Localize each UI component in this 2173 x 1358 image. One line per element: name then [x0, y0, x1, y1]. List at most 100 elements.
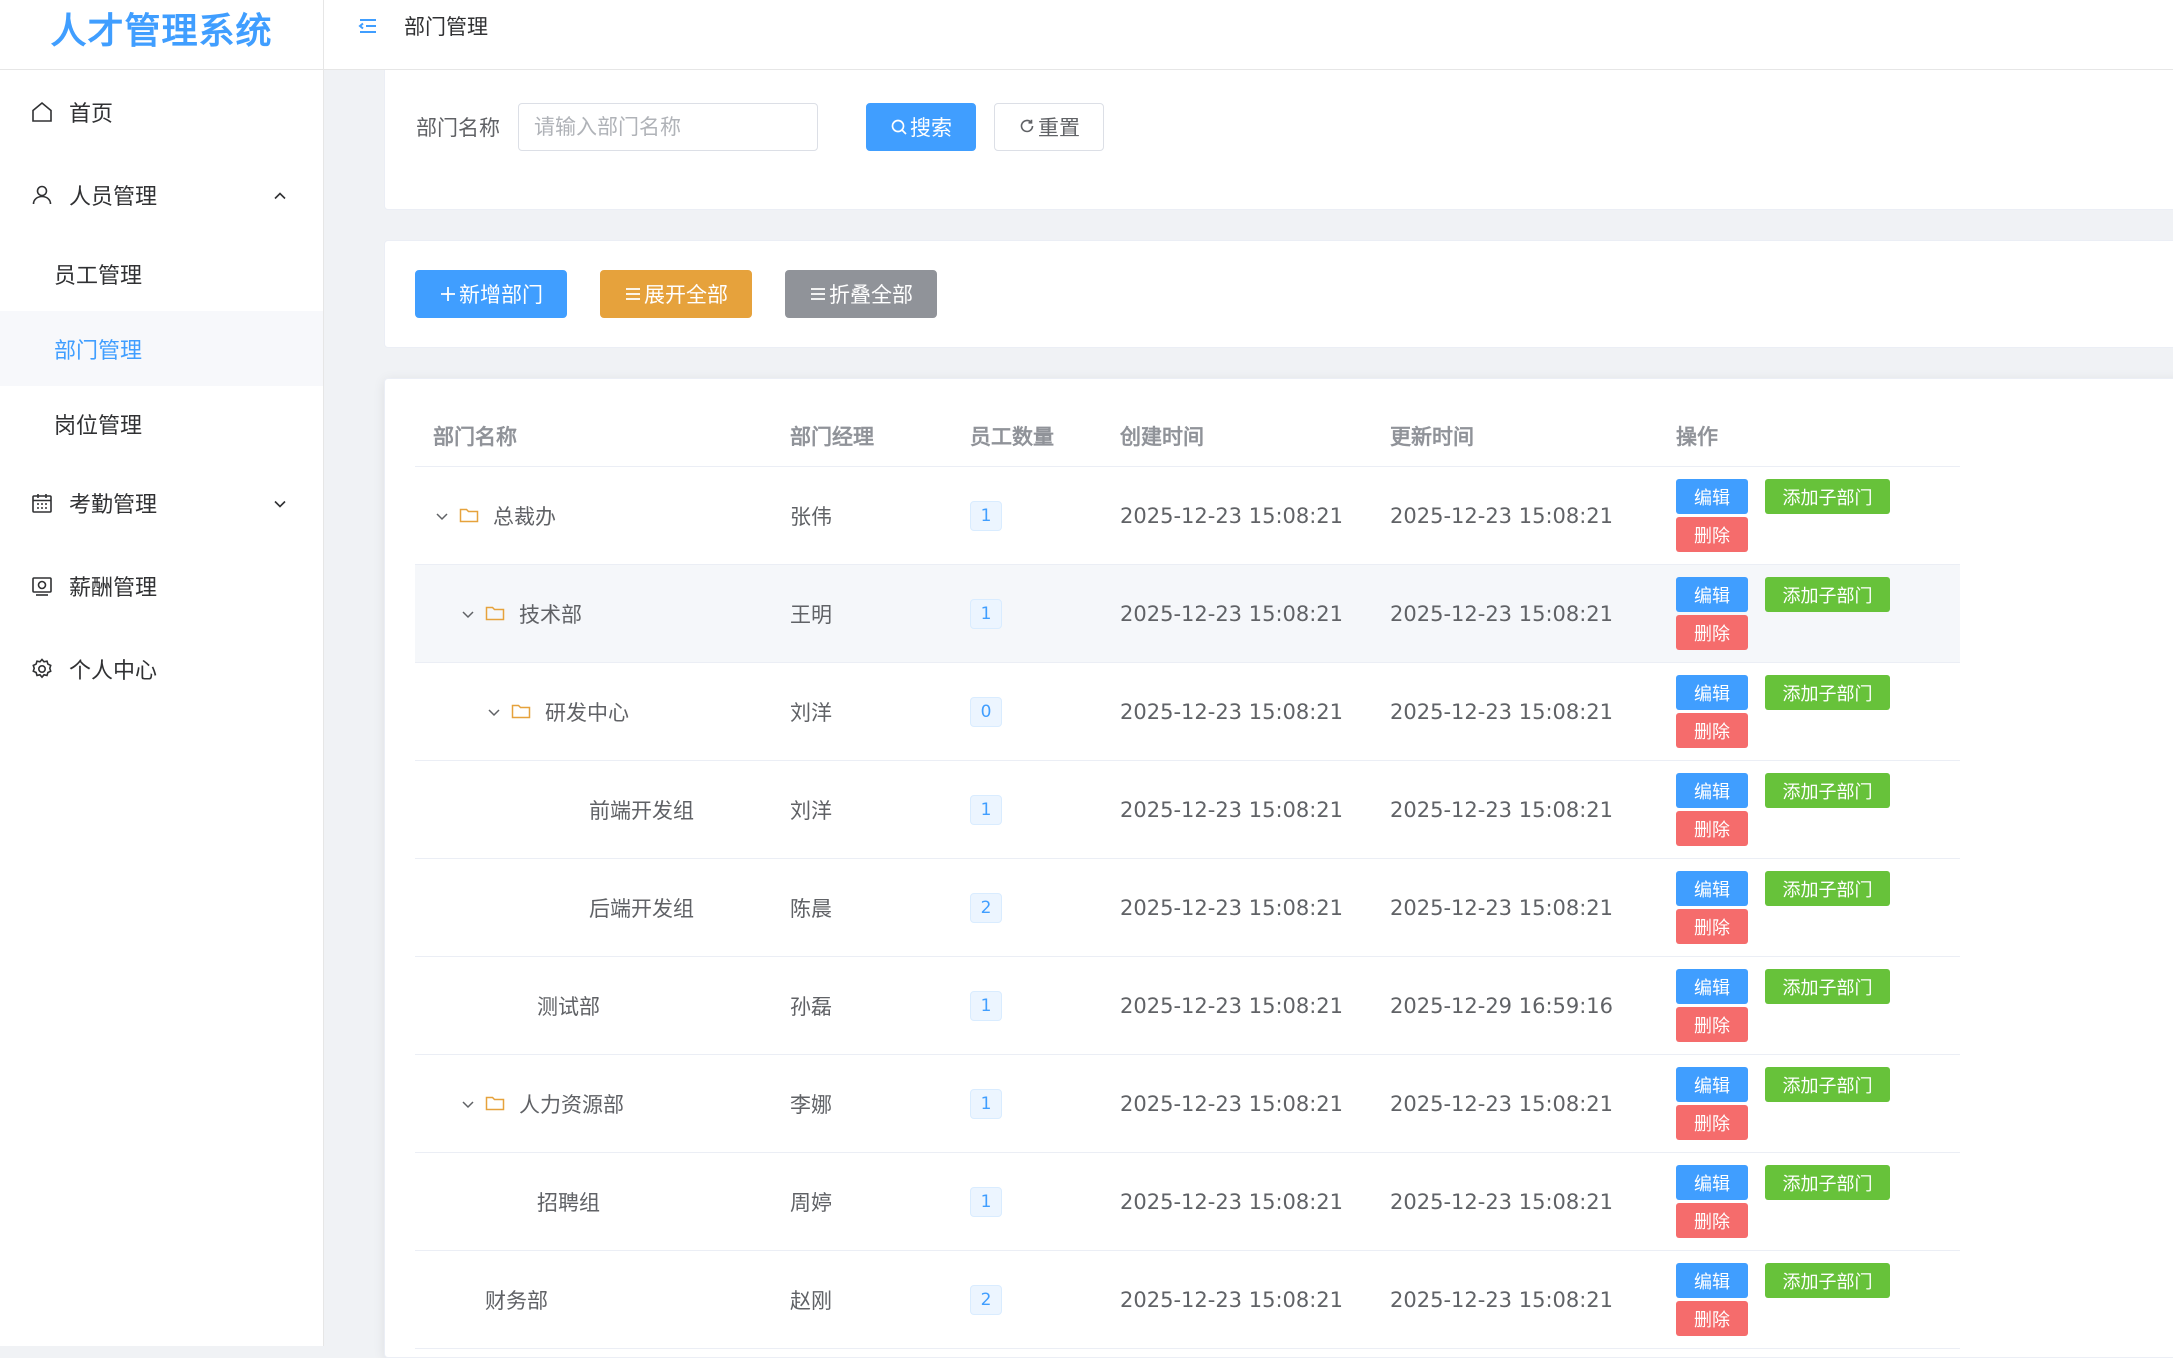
delete-button[interactable]: 删除	[1676, 517, 1748, 552]
table-header: 部门名称 部门经理 员工数量 创建时间 更新时间 操作	[415, 405, 1960, 467]
table-row: 财务部 赵刚 2 2025-12-23 15:08:21 2025-12-23 …	[415, 1251, 1960, 1349]
cell-created: 2025-12-23 15:08:21	[1120, 503, 1344, 528]
menu-icon	[809, 285, 827, 303]
department-name: 技术部	[519, 602, 582, 627]
tree-toggle-icon[interactable]	[459, 1095, 477, 1113]
cell-manager: 刘洋	[790, 700, 832, 725]
delete-button[interactable]: 删除	[1676, 1105, 1748, 1140]
cell-created: 2025-12-23 15:08:21	[1120, 1091, 1344, 1116]
cell-created: 2025-12-23 15:08:21	[1120, 993, 1344, 1018]
employee-count-badge: 1	[970, 1088, 1002, 1119]
edit-button[interactable]: 编辑	[1676, 577, 1748, 612]
delete-button[interactable]: 删除	[1676, 1203, 1748, 1238]
cell-count: 1	[970, 500, 1120, 531]
cell-created: 2025-12-23 15:08:21	[1120, 699, 1344, 724]
delete-button[interactable]: 删除	[1676, 1301, 1748, 1336]
tree-toggle-icon[interactable]	[433, 507, 451, 525]
cell-manager: 王明	[790, 602, 832, 627]
edit-button[interactable]: 编辑	[1676, 871, 1748, 906]
refresh-icon	[1018, 118, 1036, 136]
add-department-button[interactable]: 新增部门	[415, 270, 567, 318]
folder-icon	[485, 604, 507, 624]
cell-updated: 2025-12-23 15:08:21	[1390, 1287, 1614, 1312]
cell-created: 2025-12-23 15:08:21	[1120, 797, 1344, 822]
sidebar-item-personnel[interactable]: 人员管理	[0, 153, 323, 236]
add-child-button[interactable]: 添加子部门	[1765, 1165, 1890, 1200]
employee-count-badge: 1	[970, 794, 1002, 825]
header-name: 部门名称	[433, 424, 517, 449]
cell-created: 2025-12-23 15:08:21	[1120, 1287, 1344, 1312]
delete-button[interactable]: 删除	[1676, 615, 1748, 650]
sidebar-item-home[interactable]: 首页	[0, 70, 323, 153]
edit-button[interactable]: 编辑	[1676, 1067, 1748, 1102]
edit-button[interactable]: 编辑	[1676, 1165, 1748, 1200]
department-name: 研发中心	[545, 700, 629, 725]
employee-count-badge: 2	[970, 892, 1002, 923]
add-child-button[interactable]: 添加子部门	[1765, 871, 1890, 906]
table-row: 前端开发组 刘洋 1 2025-12-23 15:08:21 2025-12-2…	[415, 761, 1960, 859]
tree-toggle-icon[interactable]	[485, 703, 503, 721]
cell-count: 1	[970, 598, 1120, 629]
delete-button[interactable]: 删除	[1676, 713, 1748, 748]
table-row: 后端开发组 陈晨 2 2025-12-23 15:08:21 2025-12-2…	[415, 859, 1960, 957]
sidebar-item-salary[interactable]: 薪酬管理	[0, 544, 323, 627]
add-child-button[interactable]: 添加子部门	[1765, 1067, 1890, 1102]
cell-count: 1	[970, 1088, 1120, 1119]
cell-actions: 编辑 添加子部门 删除	[1660, 1067, 1960, 1140]
chevron-down-icon	[271, 494, 289, 512]
cell-updated: 2025-12-23 15:08:21	[1390, 797, 1614, 822]
sidebar-item-label: 人员管理	[69, 184, 158, 210]
user-icon	[29, 182, 55, 208]
search-button-label: 搜索	[910, 116, 952, 140]
search-button[interactable]: 搜索	[866, 103, 976, 151]
sidebar-item-label: 个人中心	[69, 658, 158, 684]
delete-button[interactable]: 删除	[1676, 909, 1748, 944]
cell-count: 1	[970, 794, 1120, 825]
cell-manager: 刘洋	[790, 798, 832, 823]
cell-manager: 张伟	[790, 504, 832, 529]
table-row: 研发中心 刘洋 0 2025-12-23 15:08:21 2025-12-23…	[415, 663, 1960, 761]
department-name-input[interactable]	[518, 103, 818, 151]
employee-count-badge: 1	[970, 500, 1002, 531]
add-child-button[interactable]: 添加子部门	[1765, 1263, 1890, 1298]
plus-icon	[439, 285, 457, 303]
fold-icon[interactable]	[356, 13, 382, 39]
cell-updated: 2025-12-23 15:08:21	[1390, 503, 1614, 528]
edit-button[interactable]: 编辑	[1676, 969, 1748, 1004]
cell-manager: 周婷	[790, 1190, 832, 1215]
edit-button[interactable]: 编辑	[1676, 1263, 1748, 1298]
expand-all-button[interactable]: 展开全部	[600, 270, 752, 318]
home-icon	[29, 99, 55, 125]
sidebar-item-position[interactable]: 岗位管理	[0, 386, 323, 461]
sidebar-item-attendance[interactable]: 考勤管理	[0, 461, 323, 544]
add-department-label: 新增部门	[459, 283, 543, 307]
add-child-button[interactable]: 添加子部门	[1765, 773, 1890, 808]
add-child-button[interactable]: 添加子部门	[1765, 675, 1890, 710]
department-table: 部门名称 部门经理 员工数量 创建时间 更新时间 操作 总裁办 张伟 1 202…	[415, 405, 1960, 1349]
collapse-all-button[interactable]: 折叠全部	[785, 270, 937, 318]
table-row: 总裁办 张伟 1 2025-12-23 15:08:21 2025-12-23 …	[415, 467, 1960, 565]
table-row: 测试部 孙磊 1 2025-12-23 15:08:21 2025-12-29 …	[415, 957, 1960, 1055]
cell-actions: 编辑 添加子部门 删除	[1660, 479, 1960, 552]
employee-count-badge: 1	[970, 598, 1002, 629]
add-child-button[interactable]: 添加子部门	[1765, 969, 1890, 1004]
sidebar-item-employee[interactable]: 员工管理	[0, 236, 323, 311]
sidebar-item-profile[interactable]: 个人中心	[0, 627, 323, 710]
add-child-button[interactable]: 添加子部门	[1765, 479, 1890, 514]
edit-button[interactable]: 编辑	[1676, 773, 1748, 808]
tree-toggle-icon[interactable]	[459, 605, 477, 623]
sidebar-item-label: 考勤管理	[69, 492, 158, 518]
edit-button[interactable]: 编辑	[1676, 675, 1748, 710]
cell-created: 2025-12-23 15:08:21	[1120, 601, 1344, 626]
delete-button[interactable]: 删除	[1676, 811, 1748, 846]
cell-name: 财务部	[415, 1285, 790, 1315]
reset-button[interactable]: 重置	[994, 103, 1104, 151]
cell-manager: 李娜	[790, 1092, 832, 1117]
add-child-button[interactable]: 添加子部门	[1765, 577, 1890, 612]
sidebar-item-department[interactable]: 部门管理	[0, 311, 323, 386]
cell-name: 后端开发组	[415, 893, 790, 923]
delete-button[interactable]: 删除	[1676, 1007, 1748, 1042]
department-name: 测试部	[537, 994, 600, 1019]
edit-button[interactable]: 编辑	[1676, 479, 1748, 514]
cell-actions: 编辑 添加子部门 删除	[1660, 675, 1960, 748]
